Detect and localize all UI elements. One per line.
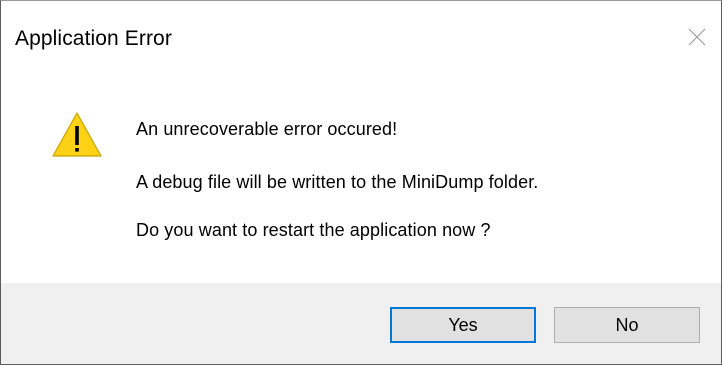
error-message: An unrecoverable error occured! (136, 119, 398, 139)
warning-icon (52, 112, 102, 157)
application-error-dialog: Application Error An unrecoverable error… (0, 0, 722, 365)
dialog-content: An unrecoverable error occured! A debug … (1, 81, 721, 281)
restart-question: Do you want to restart the application n… (136, 220, 491, 240)
title-bar: Application Error (1, 1, 721, 81)
close-button[interactable] (679, 19, 715, 55)
no-button[interactable]: No (554, 307, 700, 343)
dialog-title: Application Error (15, 27, 172, 50)
debug-file-message: A debug file will be written to the Mini… (136, 172, 539, 192)
close-icon (688, 28, 706, 46)
yes-button[interactable]: Yes (390, 307, 536, 343)
button-bar: Yes No (1, 283, 721, 364)
